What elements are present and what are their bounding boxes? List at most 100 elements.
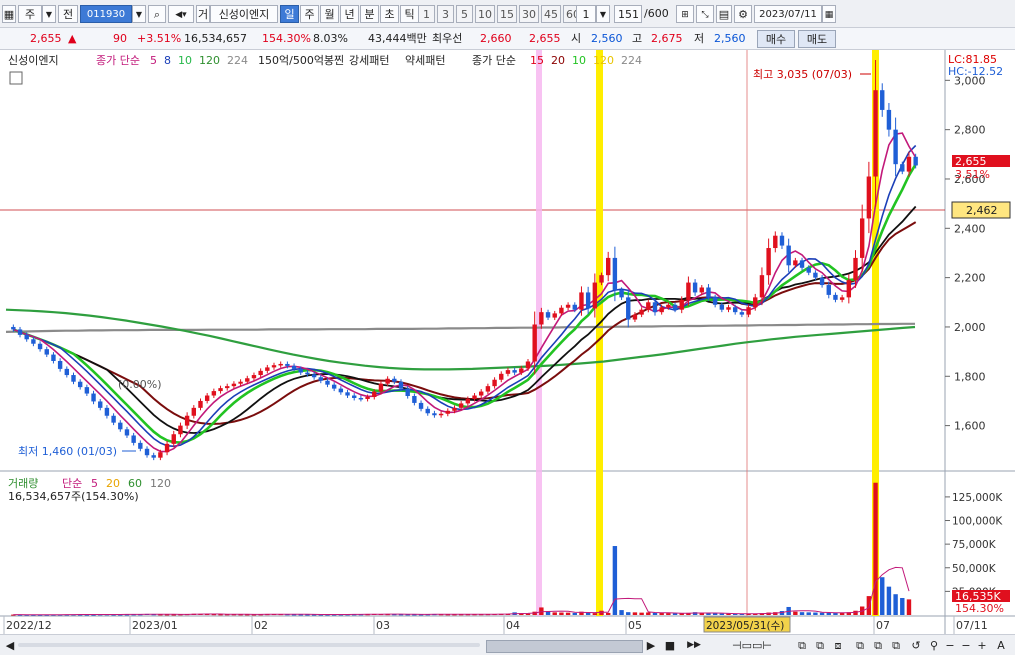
save-icon[interactable]: ▤: [716, 5, 732, 23]
date-input[interactable]: 2023/07/11: [754, 5, 822, 23]
layout-e-icon[interactable]: ⧉: [870, 638, 886, 653]
count-total: /600: [644, 7, 669, 20]
period-4-button[interactable]: 분: [360, 5, 379, 23]
drag-handle-icon[interactable]: ⊣▭▭⊢: [712, 638, 792, 653]
candle-body: [786, 245, 791, 266]
volume-bar: [906, 599, 912, 615]
prefix-button[interactable]: 전: [58, 5, 78, 23]
volume-bar: [819, 612, 825, 615]
trade-amount: 43,444백만: [368, 32, 427, 45]
volume-bar: [599, 610, 604, 615]
candle-body: [11, 326, 16, 330]
candle-body: [539, 312, 544, 325]
mid-annotation: (0.00%): [118, 378, 162, 391]
layout-f-icon[interactable]: ⧉: [888, 638, 904, 653]
volume-ma-label: 단순: [62, 477, 82, 490]
volume-tick-label: 100,000K: [952, 516, 1003, 528]
interval-3-button[interactable]: 3: [437, 5, 454, 23]
candle-body: [358, 397, 364, 400]
interval-1-button[interactable]: 1: [418, 5, 435, 23]
gear-icon[interactable]: ⚙: [734, 5, 752, 23]
candle-body: [98, 401, 103, 408]
buy-button[interactable]: 매수: [757, 30, 795, 48]
interval-45-button[interactable]: 45: [541, 5, 561, 23]
candle-body: [77, 381, 83, 388]
stock-code-input[interactable]: 011930: [80, 5, 132, 23]
candle-body: [298, 368, 303, 373]
price-tick-label: 1,800: [954, 370, 986, 383]
interval-5-button[interactable]: 5: [456, 5, 473, 23]
layout-c-icon[interactable]: ⧈: [830, 638, 846, 653]
stop-button[interactable]: ■: [663, 638, 677, 653]
minus-icon[interactable]: −: [944, 638, 956, 653]
market-select[interactable]: 주: [18, 5, 42, 23]
layout-a-icon[interactable]: ⧉: [794, 638, 810, 653]
candle-body: [278, 363, 283, 366]
volume-bar: [592, 613, 598, 615]
candle-body: [900, 164, 905, 172]
low-label: 저: [694, 32, 705, 45]
candle-body: [331, 384, 337, 389]
market-dropdown-icon[interactable]: ▼: [42, 5, 56, 23]
candle-body: [833, 294, 838, 300]
scroll-left-icon[interactable]: ◀: [4, 638, 16, 653]
interval-30-button[interactable]: 30: [519, 5, 539, 23]
stock-name-field[interactable]: 신성이엔지: [210, 5, 278, 23]
chart-menu-icon[interactable]: ▦: [2, 5, 16, 23]
fast-forward-button[interactable]: ▶▶: [683, 638, 705, 653]
candle-body: [365, 396, 370, 399]
volume-bar: [813, 612, 818, 615]
code-dropdown-icon[interactable]: ▼: [132, 5, 146, 23]
search-icon[interactable]: ⌕: [148, 5, 166, 23]
reset-icon[interactable]: ↺: [910, 638, 922, 653]
auto-scale-icon[interactable]: A: [994, 638, 1008, 653]
interval-15-button[interactable]: 15: [497, 5, 517, 23]
candle-body: [766, 248, 771, 276]
calendar-icon[interactable]: ▦: [822, 5, 836, 23]
candle-body: [291, 365, 297, 369]
time-label: 2023/01: [132, 619, 178, 632]
candle-body: [171, 434, 176, 444]
candle-body: [31, 339, 36, 344]
legend-ma-period: 120: [199, 54, 220, 67]
period-3-button[interactable]: 년: [340, 5, 359, 23]
layout-d-icon[interactable]: ⧉: [852, 638, 868, 653]
count-input[interactable]: 151: [614, 5, 642, 23]
candle-body: [712, 297, 718, 305]
candle-body: [305, 372, 310, 375]
horizontal-scroll-track[interactable]: [18, 643, 480, 647]
zoom-out-icon[interactable]: ⚲: [926, 638, 942, 653]
grid-toggle-icon[interactable]: [9, 71, 23, 85]
candle-body: [311, 374, 317, 378]
interval-10-button[interactable]: 10: [475, 5, 495, 23]
candle-body: [211, 391, 217, 396]
candle-body: [265, 367, 270, 371]
volume-bar: [712, 613, 718, 615]
scroll-thumb[interactable]: [486, 640, 643, 653]
stock-chart[interactable]: 1,6001,8002,0002,2002,4002,6002,8003,000…: [0, 50, 1015, 634]
candle-body: [44, 349, 49, 355]
volume-bar: [559, 612, 564, 615]
speaker-icon[interactable]: ◀▾: [168, 5, 194, 23]
interval-input[interactable]: 1: [576, 5, 596, 23]
plus-icon[interactable]: +: [976, 638, 988, 653]
candle-body: [512, 370, 517, 373]
volume-bar: [565, 612, 571, 615]
play-button[interactable]: ▶: [645, 638, 657, 653]
change-arrow: ▲: [68, 32, 77, 45]
chart-area[interactable]: 1,600 1,800 2,000 2,200 2,400 2,600 2,800 3,000…: [0, 50, 1015, 634]
sell-button[interactable]: 매도: [798, 30, 836, 48]
period-5-button[interactable]: 초: [380, 5, 399, 23]
period-2-button[interactable]: 월: [320, 5, 339, 23]
scale-icon[interactable]: ⊞: [676, 5, 694, 23]
period-0-button[interactable]: 일: [280, 5, 299, 23]
period-1-button[interactable]: 주: [300, 5, 319, 23]
period-6-button[interactable]: 틱: [400, 5, 419, 23]
candle-body: [599, 275, 604, 283]
candle-body: [118, 422, 123, 430]
candle-body: [178, 425, 183, 435]
interval-dropdown-icon[interactable]: ▼: [596, 5, 610, 23]
candle-body: [779, 235, 785, 246]
crosshair-icon[interactable]: ⤡: [696, 5, 714, 23]
layout-b-icon[interactable]: ⧉: [812, 638, 828, 653]
